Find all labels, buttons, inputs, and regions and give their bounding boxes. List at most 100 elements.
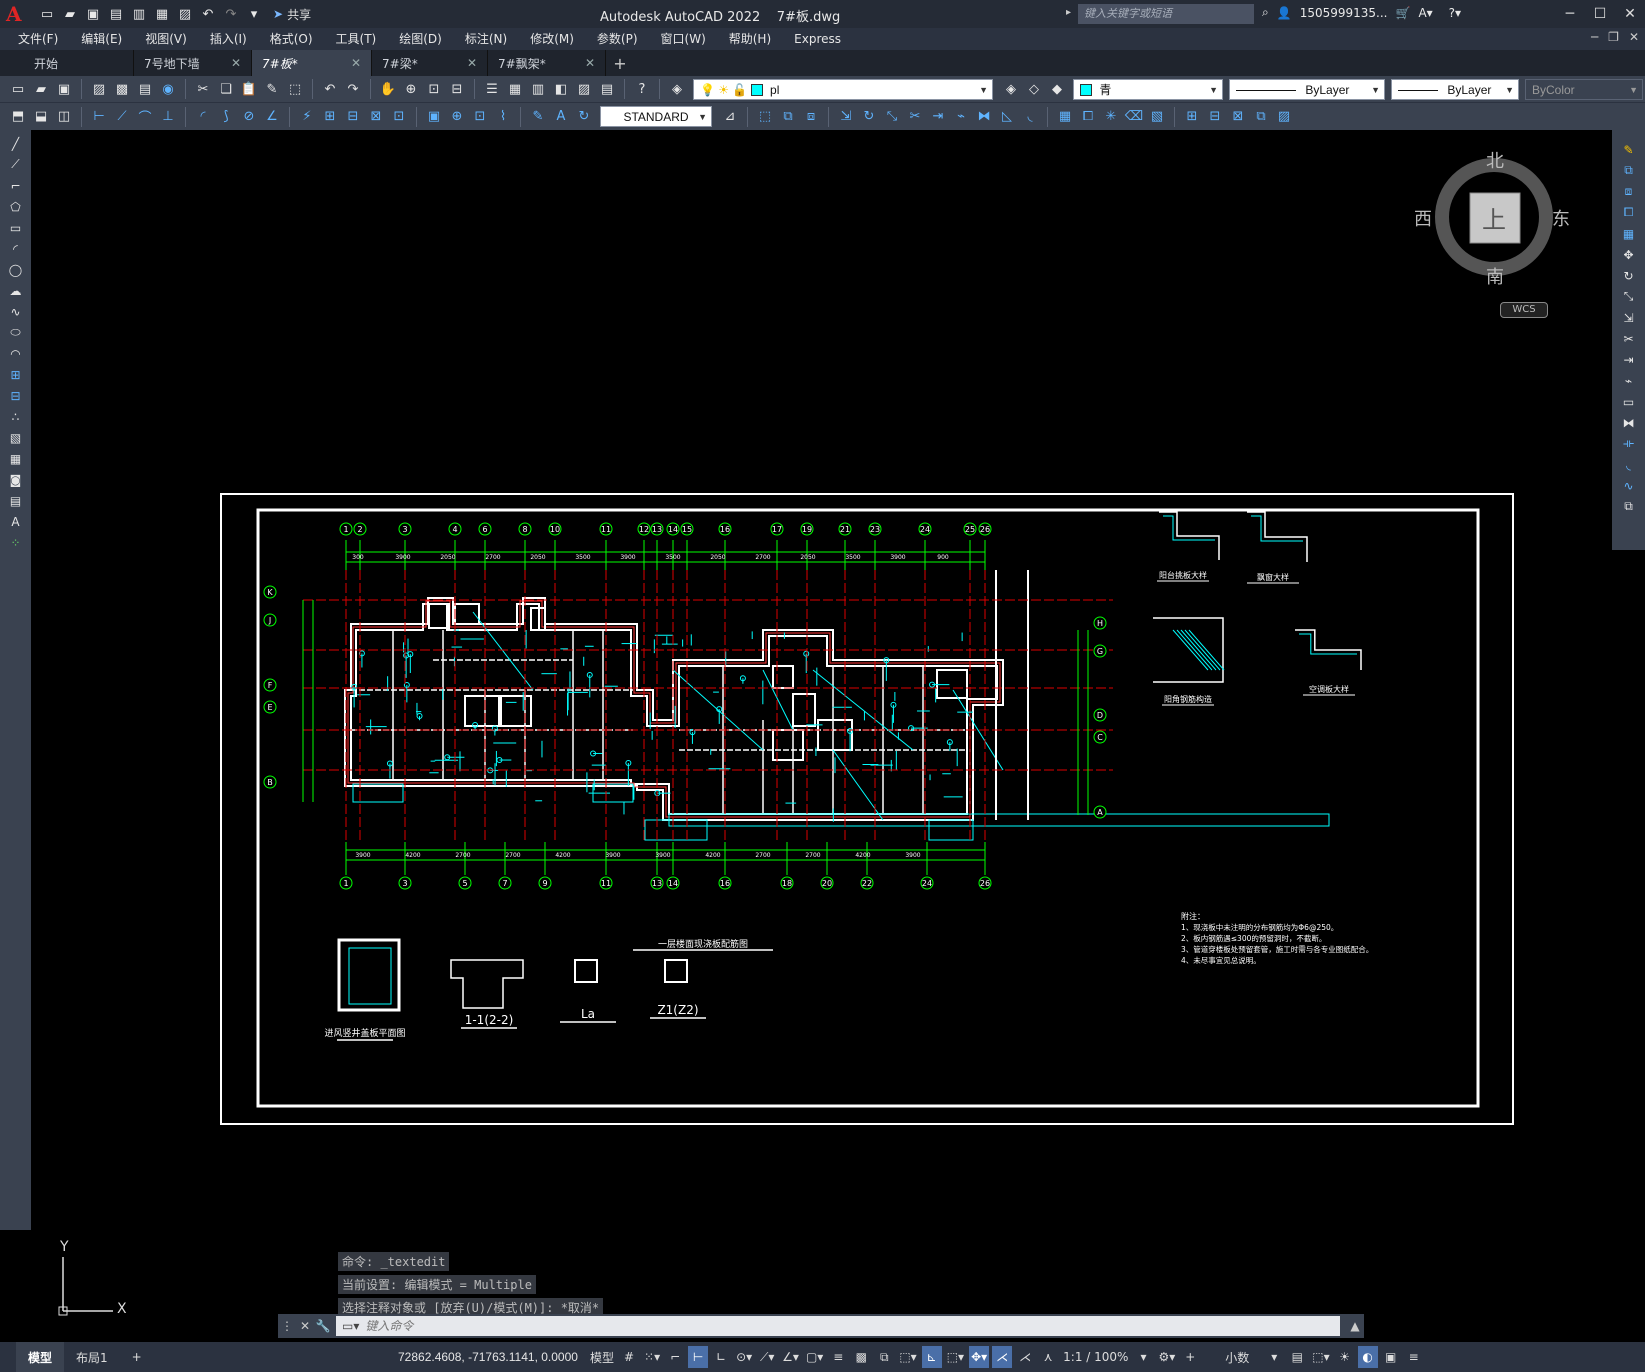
inspect-icon[interactable]: ⊡: [470, 107, 490, 127]
new-tab-icon[interactable]: +: [606, 54, 634, 73]
scale-icon[interactable]: ⤡: [1618, 287, 1640, 306]
chamfer-icon[interactable]: ◺: [997, 107, 1017, 127]
revcloud-icon[interactable]: ☁: [5, 281, 27, 300]
plotstyle-dropdown[interactable]: ByColor ▼: [1525, 78, 1643, 100]
dim-radius-icon[interactable]: ◜: [193, 107, 213, 127]
search-input[interactable]: 键入关键字或短语: [1078, 4, 1254, 24]
annotation-scale-icon[interactable]: ⋏: [1038, 1346, 1058, 1368]
move-icon[interactable]: ✥: [1618, 245, 1640, 264]
menu-item[interactable]: 帮助(H): [719, 28, 784, 50]
menu-item[interactable]: Express: [784, 28, 854, 50]
insert-block-icon[interactable]: ⊞: [5, 365, 27, 384]
grip-icon[interactable]: ⋮: [278, 1319, 296, 1333]
viewcube[interactable]: 北 南 西 东 上: [1414, 151, 1570, 288]
gizmo-icon[interactable]: ✥▾: [969, 1346, 990, 1368]
dim-edit-icon[interactable]: ✎: [528, 107, 548, 127]
array-icon[interactable]: ▦: [1618, 224, 1640, 243]
tab-close-icon[interactable]: ✕: [585, 56, 595, 70]
dim-linear-icon[interactable]: ⊢: [89, 107, 109, 127]
erase-icon[interactable]: ✎: [1618, 140, 1640, 159]
make-block-icon[interactable]: ⊟: [5, 386, 27, 405]
center-mark-icon[interactable]: ⊕: [447, 107, 467, 127]
hatch-icon[interactable]: ▧: [5, 428, 27, 447]
rotate-icon[interactable]: ↻: [1618, 266, 1640, 285]
fillet-icon[interactable]: ◟: [1020, 107, 1040, 127]
copy-icon[interactable]: ❏: [216, 79, 236, 99]
join-icon[interactable]: ⧓: [1618, 413, 1640, 432]
polar-icon[interactable]: ⊙▾: [734, 1346, 754, 1368]
new-icon[interactable]: ▭: [8, 79, 28, 99]
dim-angular-icon[interactable]: ∠: [262, 107, 282, 127]
tab-close-icon[interactable]: ✕: [231, 56, 241, 70]
redo-icon[interactable]: ↷: [222, 5, 240, 23]
autocad-logo-icon[interactable]: A: [6, 3, 26, 25]
viewcube-east[interactable]: 东: [1552, 205, 1570, 231]
close-icon[interactable]: ✕: [296, 1319, 314, 1333]
selection-cycling-icon[interactable]: ⧉: [874, 1346, 894, 1368]
trim-icon[interactable]: ✂: [905, 107, 925, 127]
file-tab[interactable]: 7#飘架* ✕: [488, 50, 606, 76]
isodraft-icon[interactable]: ⟋▾: [757, 1346, 777, 1368]
make-block-icon[interactable]: ⊟: [1205, 107, 1225, 127]
linetype-dropdown[interactable]: ByLayer ▼: [1229, 78, 1385, 100]
ortho-icon[interactable]: ∟: [711, 1346, 731, 1368]
object-track-icon[interactable]: ∠▾: [780, 1346, 801, 1368]
polygon-icon[interactable]: ⬠: [5, 197, 27, 216]
pan-icon[interactable]: ✋: [378, 79, 398, 99]
auto-scale-icon[interactable]: ⋌: [1015, 1346, 1035, 1368]
zoom-window-icon[interactable]: ⊡: [424, 79, 444, 99]
layer-properties-icon[interactable]: ◈: [667, 79, 687, 99]
gradient-icon[interactable]: ▦: [5, 449, 27, 468]
layer-walk-icon[interactable]: ⬓: [31, 107, 51, 127]
scale-button[interactable]: 1:1 / 100%: [1061, 1346, 1130, 1368]
dimstyle-dropdown[interactable]: STANDARD ▼: [600, 106, 712, 127]
sheet-set-icon[interactable]: ◧: [551, 79, 571, 99]
mirror-icon[interactable]: ⧈: [801, 107, 821, 127]
copy-obj-icon[interactable]: ⧉: [778, 107, 798, 127]
paste-icon[interactable]: 📋: [239, 79, 259, 99]
dim-style-icon[interactable]: ⊿: [720, 107, 740, 127]
offset-icon[interactable]: ⧠: [1618, 203, 1640, 222]
tool-palettes-icon[interactable]: ▥: [528, 79, 548, 99]
lineweight-icon[interactable]: ≡: [828, 1346, 848, 1368]
search-expand-icon[interactable]: ▸: [1066, 7, 1071, 18]
design-center-icon[interactable]: ▦: [505, 79, 525, 99]
menu-item[interactable]: 文件(F): [8, 28, 71, 50]
block-editor-icon[interactable]: ⬚: [285, 79, 305, 99]
plot-icon[interactable]: ▨: [89, 79, 109, 99]
workspace-icon[interactable]: ⬒: [8, 107, 28, 127]
dim-ordinate-icon[interactable]: ⊥: [158, 107, 178, 127]
lineweight-dropdown[interactable]: ByLayer ▼: [1391, 78, 1519, 100]
customization-icon[interactable]: ≡: [1404, 1346, 1424, 1368]
wcs-menu[interactable]: WCS: [1500, 302, 1548, 318]
mtext-icon[interactable]: A: [5, 512, 27, 531]
open-file-icon[interactable]: ▰: [61, 5, 79, 23]
plot-icon[interactable]: ▨: [176, 5, 194, 23]
command-input[interactable]: ▭▾ 键入命令: [336, 1316, 1340, 1336]
redo-icon[interactable]: ↷: [343, 79, 363, 99]
menu-item[interactable]: 修改(M): [520, 28, 587, 50]
mirror-icon[interactable]: ⧈: [1618, 182, 1640, 201]
doc-minimize-icon[interactable]: ─: [1591, 30, 1598, 44]
drawing-canvas[interactable]: 1 2 3 4 6 8 10 11 12 13 14 15 16 17 19 21 23 24 25 26 1 3 5 7 9 1…: [33, 130, 1611, 1342]
xref-icon[interactable]: ⧉: [1251, 107, 1271, 127]
maximize-icon[interactable]: ☐: [1585, 0, 1615, 28]
save-icon[interactable]: ▣: [54, 79, 74, 99]
share-button[interactable]: ➤ 共享: [273, 6, 311, 23]
save-icon[interactable]: ▣: [84, 5, 102, 23]
file-tab[interactable]: 7号地下墙 ✕: [134, 50, 252, 76]
grid-icon[interactable]: #: [619, 1346, 639, 1368]
arc-icon[interactable]: ◜: [5, 239, 27, 258]
transparency-icon[interactable]: ▩: [851, 1346, 871, 1368]
quick-properties-icon[interactable]: ▤: [1287, 1346, 1307, 1368]
stretch-icon[interactable]: ⇲: [1618, 308, 1640, 327]
add-layout-icon[interactable]: +: [120, 1342, 154, 1372]
calculator-icon[interactable]: ▤: [597, 79, 617, 99]
break-icon[interactable]: ⌁: [951, 107, 971, 127]
workspace-icon[interactable]: ⚙▾: [1156, 1346, 1177, 1368]
new-file-icon[interactable]: ▭: [38, 5, 56, 23]
doc-restore-icon[interactable]: ❐: [1608, 30, 1619, 44]
minimize-icon[interactable]: ─: [1555, 0, 1585, 28]
explode-icon[interactable]: ⧉: [1618, 497, 1640, 516]
tab-close-icon[interactable]: ✕: [351, 56, 361, 70]
